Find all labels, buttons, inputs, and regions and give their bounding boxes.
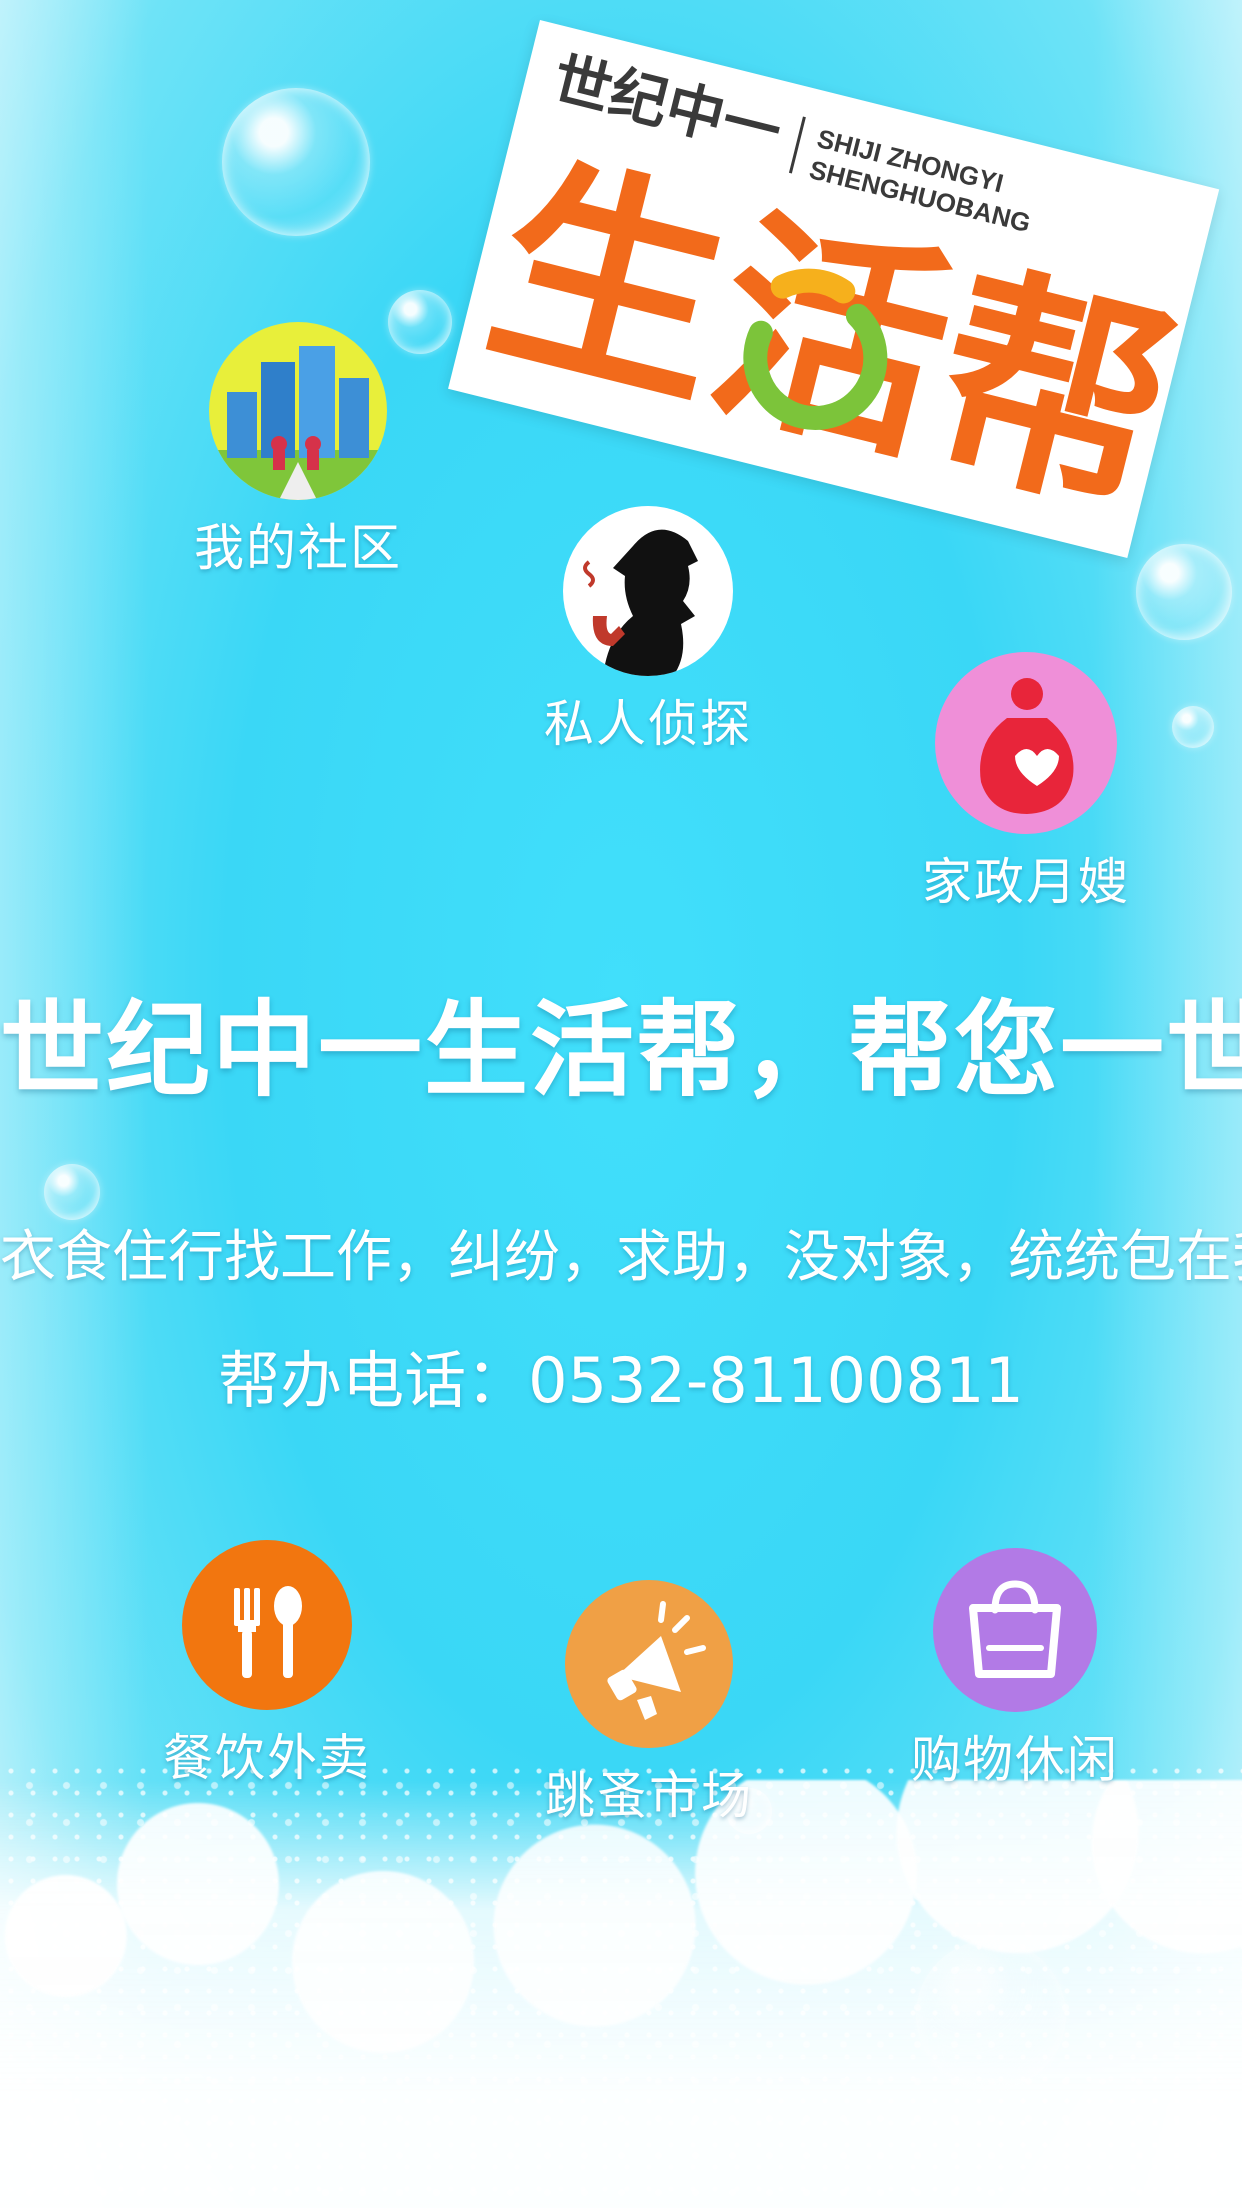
feature-detective-label: 私人侦探 [544, 695, 752, 753]
service-description: 衣食住行找工作，纠纷，求助，没对象，统统包在我身上 [0, 1225, 1242, 1290]
brand-large-text: 生活帮 [467, 127, 1195, 551]
community-buildings-icon [209, 322, 387, 500]
bubble-decoration [1172, 706, 1214, 748]
detective-silhouette-icon [563, 506, 733, 676]
bubble-decoration [916, 1940, 1066, 2090]
feature-housekeeping-label: 家政月嫂 [922, 853, 1130, 911]
feature-food[interactable]: 餐饮外卖 [132, 1540, 402, 1790]
feature-housekeeping[interactable]: 家政月嫂 [896, 652, 1156, 914]
feature-detective[interactable]: 私人侦探 [518, 506, 778, 756]
brand-logo-card: 世纪中一 SHIJI ZHONGYI SHENGHUOBANG 生活帮 [448, 20, 1220, 559]
shopping-bag-icon [933, 1548, 1097, 1712]
hotline-phone[interactable]: 帮办电话：0532-81100811 [0, 1330, 1242, 1420]
feature-flea-market[interactable]: 跳蚤市场 [514, 1580, 784, 1828]
feature-shopping-label: 购物休闲 [911, 1731, 1119, 1789]
feature-community[interactable]: 我的社区 [168, 322, 428, 580]
fork-spoon-icon [182, 1540, 352, 1710]
brand-logo: 世纪中一 SHIJI ZHONGYI SHENGHUOBANG 生活帮 [467, 44, 1195, 551]
bubble-decoration [1136, 544, 1232, 640]
bubble-decoration [222, 88, 370, 236]
feature-flea-market-label: 跳蚤市场 [545, 1767, 753, 1825]
feature-community-label: 我的社区 [194, 519, 402, 577]
feature-shopping[interactable]: 购物休闲 [880, 1548, 1150, 1792]
slogan-text: 世纪中一生活帮，帮您一世纪 [0, 989, 1242, 1111]
splash-screen: 世纪中一 SHIJI ZHONGYI SHENGHUOBANG 生活帮 我的社区… [0, 0, 1242, 2208]
megaphone-icon [565, 1580, 733, 1748]
mother-baby-icon [935, 652, 1117, 834]
feature-food-label: 餐饮外卖 [163, 1729, 371, 1787]
